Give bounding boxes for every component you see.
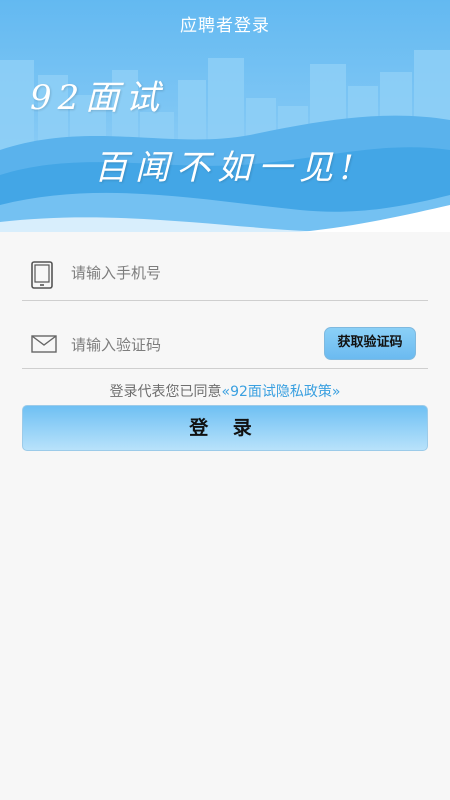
code-field-row: 获取验证码 — [22, 300, 428, 369]
agreement-prefix: 登录代表您已同意 — [109, 384, 222, 400]
phone-input[interactable] — [71, 260, 311, 286]
header-banner: 应聘者登录 92面试 百闻不如一见! — [0, 0, 450, 232]
page-title: 应聘者登录 — [180, 16, 270, 36]
slogan-line-1: 92面试 — [30, 78, 166, 118]
get-code-button[interactable]: 获取验证码 — [324, 327, 416, 360]
privacy-policy-link[interactable]: «92面试隐私政策» — [222, 384, 341, 400]
login-button[interactable]: 登 录 — [22, 405, 428, 451]
agreement-text: 登录代表您已同意«92面试隐私政策» — [0, 381, 450, 401]
tablet-phone-icon — [31, 261, 53, 293]
slogan-line-2: 百闻不如一见! — [94, 148, 361, 188]
verification-code-input[interactable] — [71, 332, 311, 358]
phone-field-row — [22, 232, 428, 301]
envelope-icon — [31, 335, 57, 357]
